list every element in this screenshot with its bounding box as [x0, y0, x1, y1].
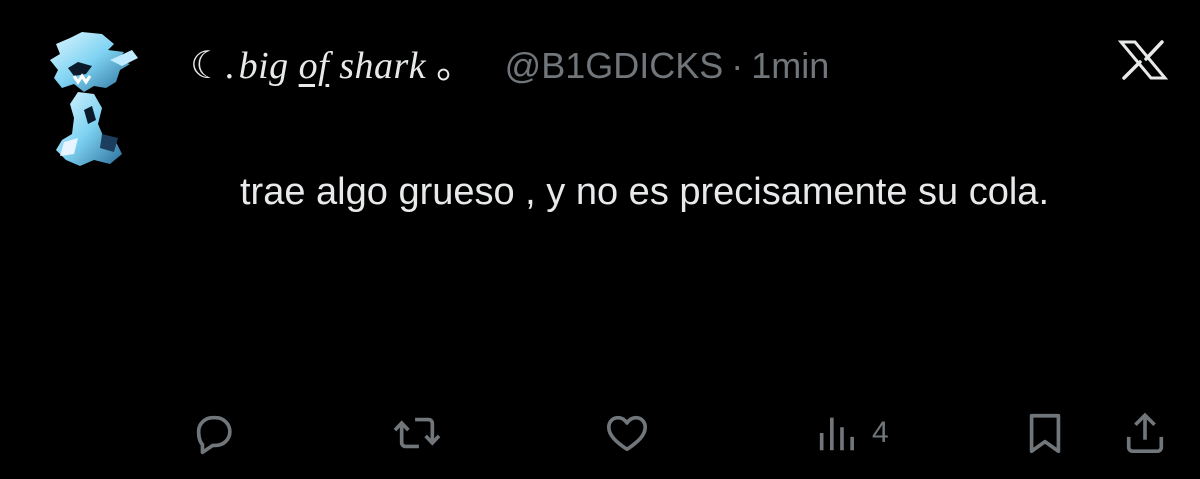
like-button[interactable] — [604, 410, 650, 456]
avatar[interactable] — [44, 30, 144, 180]
display-name[interactable]: ☾. big of shark。 — [190, 34, 475, 89]
separator-dot: · — [731, 45, 744, 86]
display-name-part-c: shark — [329, 45, 427, 87]
retweet-icon — [393, 417, 441, 449]
retweet-button[interactable] — [392, 410, 442, 456]
views-icon — [819, 417, 854, 451]
tweet-card[interactable]: ☾. big of shark。 @B1GDICKS · 1min trae al… — [0, 0, 1200, 479]
user-handle[interactable]: @B1GDICKS — [505, 45, 724, 87]
share-icon — [1126, 412, 1164, 454]
share-button[interactable] — [1122, 410, 1168, 456]
bookmark-icon — [1029, 413, 1061, 454]
display-name-suffix: 。 — [436, 45, 475, 87]
reply-icon — [196, 415, 232, 455]
bookmark-button[interactable] — [1022, 410, 1068, 456]
views-button[interactable]: 4 — [814, 410, 889, 456]
timestamp[interactable]: 1min — [751, 45, 829, 87]
action-bar: 4 — [0, 410, 1200, 460]
heart-icon — [606, 415, 648, 452]
display-name-part-b: of — [298, 45, 330, 87]
reply-button[interactable] — [190, 410, 236, 456]
views-count: 4 — [872, 416, 889, 449]
tweet-header: ☾. big of shark。 @B1GDICKS · 1min — [190, 34, 829, 87]
display-name-part-a: big — [238, 45, 299, 87]
tweet-text: trae algo grueso , y no es precisamente … — [240, 171, 1050, 213]
display-name-prefix: ☾. — [190, 45, 235, 87]
x-logo-icon — [1118, 40, 1168, 80]
